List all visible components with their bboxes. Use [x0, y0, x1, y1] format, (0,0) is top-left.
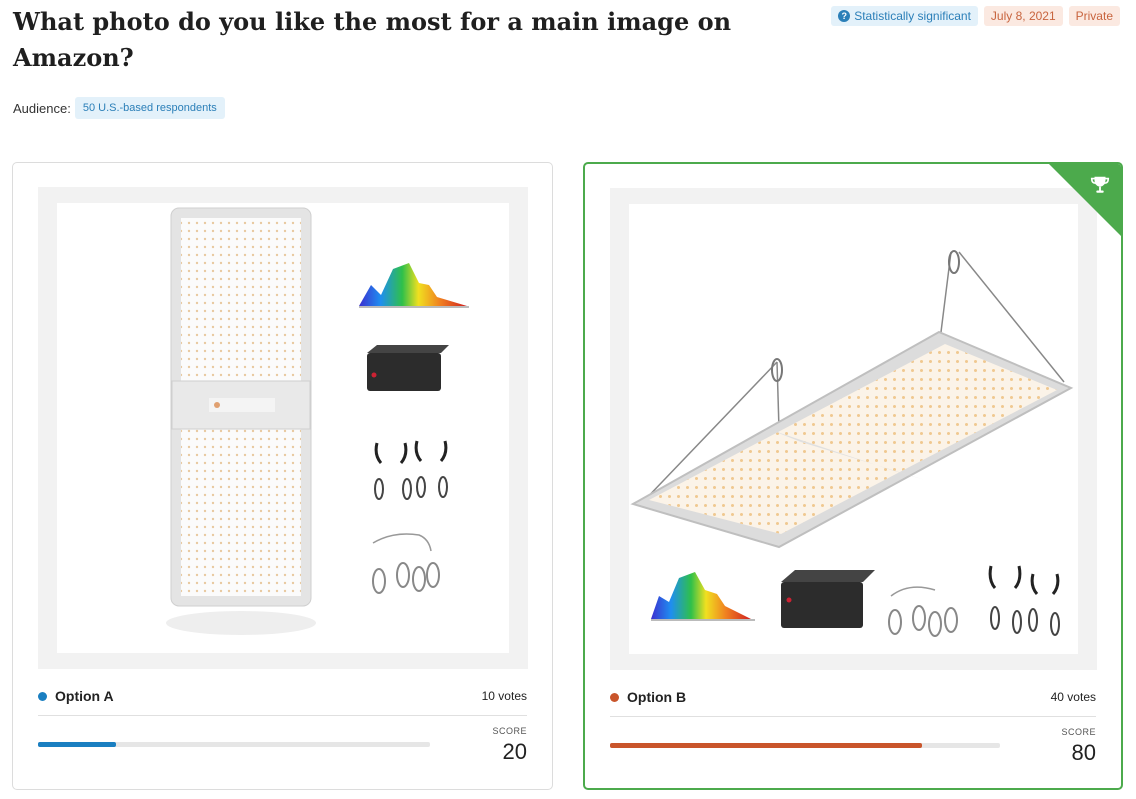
question-mark-icon: ?: [838, 10, 851, 22]
option-b-product-illustration: [630, 250, 1074, 637]
option-b-image: [629, 204, 1078, 654]
significance-label: Statistically significant: [854, 9, 971, 23]
option-a-image: [57, 203, 509, 653]
status-badges: ? Statistically significant July 8, 2021…: [831, 6, 1120, 26]
option-a-product-illustration: [166, 207, 469, 635]
question-title: What photo do you like the most for a ma…: [13, 7, 732, 72]
option-a-card[interactable]: Option A 10 votes SCORE 20: [12, 162, 553, 790]
option-a-score-value: 20: [502, 739, 527, 764]
trophy-icon: [1090, 176, 1110, 193]
option-b-score-bar-fill: [610, 743, 922, 748]
option-b-header: Option B 40 votes: [610, 686, 1096, 708]
option-a-header: Option A 10 votes: [38, 685, 527, 707]
option-a-votes: 10 votes: [481, 689, 527, 703]
audience-row: Audience: 50 U.S.-based respondents: [13, 97, 225, 119]
option-a-label: Option A: [55, 688, 114, 704]
option-a-score-bar-fill: [38, 742, 117, 747]
option-a-name: Option A: [38, 688, 114, 704]
option-b-color-dot: [610, 692, 619, 702]
audience-label: Audience:: [13, 100, 71, 116]
option-b-card[interactable]: Option B 40 votes SCORE 80: [583, 162, 1123, 790]
audience-pill[interactable]: 50 U.S.-based respondents: [74, 97, 225, 119]
option-a-color-dot: [38, 691, 47, 701]
option-a-divider: [38, 715, 527, 716]
option-a-score-label: SCORE: [492, 726, 527, 736]
option-b-score-bar: [610, 743, 1000, 748]
option-b-label: Option B: [627, 689, 687, 705]
option-b-votes: 40 votes: [1050, 690, 1096, 704]
option-b-image-frame[interactable]: [610, 188, 1097, 670]
option-b-name: Option B: [610, 689, 686, 705]
option-a-image-frame[interactable]: [38, 187, 528, 669]
date-badge: July 8, 2021: [983, 6, 1063, 26]
option-a-score-bar: [38, 742, 430, 747]
significance-badge: ? Statistically significant: [831, 6, 978, 26]
option-b-divider: [610, 716, 1096, 717]
visibility-badge: Private: [1068, 6, 1120, 26]
option-b-score-label: SCORE: [1061, 727, 1096, 737]
option-b-score-value: 80: [1071, 740, 1096, 765]
